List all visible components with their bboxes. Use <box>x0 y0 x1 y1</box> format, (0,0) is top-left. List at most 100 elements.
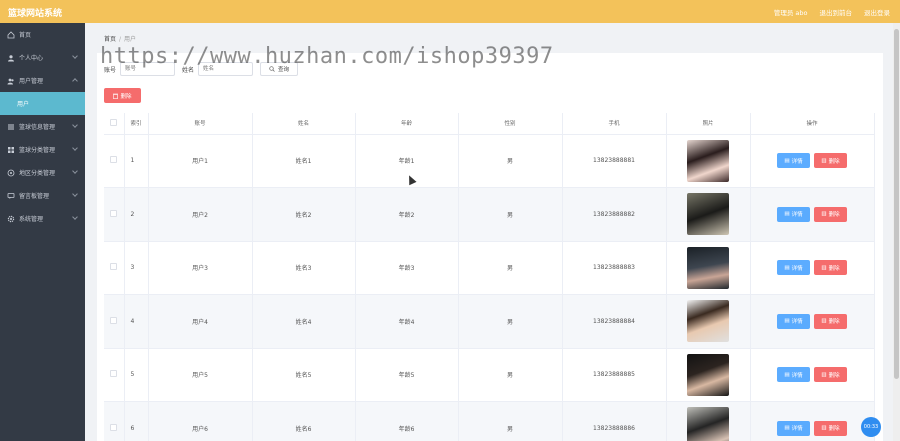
delete-button-label: 删除 <box>828 158 840 165</box>
column-header-age: 年龄 <box>355 113 459 135</box>
delete-button-label: 删除 <box>828 319 840 326</box>
detail-button[interactable]: ▤ 详情 <box>777 206 810 222</box>
row-age: 年龄6 <box>355 401 459 441</box>
row-account: 用户6 <box>148 401 253 441</box>
sidebar-item-user-management[interactable]: 用户管理 <box>0 69 85 92</box>
settings-icon <box>7 215 15 222</box>
sidebar-item-label: 地区分类管理 <box>19 170 56 177</box>
sidebar-item-message-board[interactable]: 留言板管理 <box>0 184 85 207</box>
row-gender: 男 <box>458 134 563 188</box>
table-row: 2 用户2 姓名2 年龄2 男 13823888882 ▤ 详情 ▥ 删除 <box>104 187 875 242</box>
row-age: 年龄5 <box>355 348 459 402</box>
sidebar-item-profile[interactable]: 个人中心 <box>0 46 85 69</box>
delete-button[interactable]: ▥ 删除 <box>814 206 847 222</box>
detail-button-label: 详情 <box>791 319 803 326</box>
breadcrumb: 首页 / 用户 <box>104 34 136 43</box>
row-name: 姓名2 <box>252 187 356 242</box>
chevron-down-icon <box>72 214 78 220</box>
timer-badge[interactable]: 00:33 <box>861 417 881 437</box>
row-gender: 男 <box>458 241 563 295</box>
watermark-text: https://www.huzhan.com/ishop39397 <box>100 44 554 69</box>
sidebar-item-label: 系统管理 <box>19 216 44 223</box>
top-header: 篮球网站系统 管理员 abo 退出到前台 退出登录 <box>0 0 900 23</box>
row-name: 姓名3 <box>252 241 356 295</box>
row-checkbox[interactable] <box>110 263 118 271</box>
trash-icon: ▥ <box>821 211 827 218</box>
sidebar-item-label: 个人中心 <box>19 55 44 62</box>
row-checkbox[interactable] <box>110 209 118 217</box>
row-phone: 13823888885 <box>562 348 667 402</box>
detail-button-label: 详情 <box>791 372 803 379</box>
delete-button[interactable]: ▥ 删除 <box>814 313 847 329</box>
sidebar-item-system[interactable]: 系统管理 <box>0 207 85 230</box>
table-row: 5 用户5 姓名5 年龄5 男 13823888885 ▤ 详情 ▥ 删除 <box>104 348 875 402</box>
column-header-account: 账号 <box>148 113 253 135</box>
delete-button-label: 删除 <box>828 265 840 272</box>
row-name: 姓名5 <box>252 348 356 402</box>
delete-button[interactable]: ▥ 删除 <box>814 153 847 169</box>
bulk-delete-button[interactable]: 删除 <box>104 88 141 103</box>
trash-icon: ▥ <box>821 318 827 325</box>
sidebar-item-label: 篮球信息管理 <box>19 124 56 131</box>
user-photo <box>687 246 729 289</box>
trash-icon <box>113 93 119 99</box>
row-age: 年龄2 <box>355 187 459 242</box>
row-account: 用户4 <box>148 294 253 349</box>
sidebar-item-basketball-category[interactable]: 篮球分类管理 <box>0 138 85 161</box>
detail-icon: ▤ <box>784 425 790 432</box>
chevron-down-icon <box>72 78 78 84</box>
row-checkbox[interactable] <box>110 370 118 378</box>
admin-user-link[interactable]: 管理员 abo <box>774 7 808 17</box>
breadcrumb-current: 用户 <box>124 36 137 43</box>
location-icon <box>7 169 15 176</box>
sidebar-item-home[interactable]: 首页 <box>0 23 85 46</box>
sidebar-item-basketball-info[interactable]: 篮球信息管理 <box>0 115 85 138</box>
sidebar-item-label: 用户 <box>17 101 30 108</box>
sidebar: 首页 个人中心 用户管理 用户 篮球信息管理 篮球分类管理 地区分类管理 留言板… <box>0 23 85 441</box>
column-header-index: 索引 <box>124 113 149 135</box>
delete-button[interactable]: ▥ 删除 <box>814 420 847 436</box>
sidebar-item-region-category[interactable]: 地区分类管理 <box>0 161 85 184</box>
back-to-frontend-link[interactable]: 退出到前台 <box>820 7 853 17</box>
trash-icon: ▥ <box>821 264 827 271</box>
select-all-cell <box>104 113 125 135</box>
row-phone: 13823888881 <box>562 134 667 188</box>
row-phone: 13823888883 <box>562 241 667 295</box>
row-index: 3 <box>124 241 149 295</box>
logout-link[interactable]: 退出登录 <box>864 7 890 17</box>
page-scrollbar[interactable] <box>893 23 900 441</box>
row-index: 1 <box>124 134 149 188</box>
user-photo <box>687 353 729 396</box>
user-photo <box>687 407 729 441</box>
delete-button[interactable]: ▥ 删除 <box>814 367 847 383</box>
row-checkbox[interactable] <box>110 316 118 324</box>
delete-button[interactable]: ▥ 删除 <box>814 260 847 276</box>
breadcrumb-home[interactable]: 首页 <box>104 36 116 43</box>
detail-button[interactable]: ▤ 详情 <box>777 313 810 329</box>
select-all-checkbox[interactable] <box>110 118 118 126</box>
detail-button[interactable]: ▤ 详情 <box>777 420 810 436</box>
trash-icon: ▥ <box>821 371 827 378</box>
detail-button-label: 详情 <box>791 212 803 219</box>
delete-button-label: 删除 <box>828 212 840 219</box>
header-links: 管理员 abo 退出到前台 退出登录 <box>774 7 890 17</box>
trash-icon: ▥ <box>821 157 827 164</box>
chevron-down-icon <box>72 191 78 197</box>
detail-button[interactable]: ▤ 详情 <box>777 367 810 383</box>
app-title: 篮球网站系统 <box>8 9 63 19</box>
row-index: 6 <box>124 401 149 441</box>
sidebar-item-users[interactable]: 用户 <box>0 92 85 115</box>
scrollbar-thumb[interactable] <box>894 29 899 379</box>
sidebar-item-label: 篮球分类管理 <box>19 147 56 154</box>
breadcrumb-separator: / <box>119 36 122 43</box>
row-age: 年龄3 <box>355 241 459 295</box>
detail-button[interactable]: ▤ 详情 <box>777 153 810 169</box>
row-phone: 13823888882 <box>562 187 667 242</box>
detail-button[interactable]: ▤ 详情 <box>777 260 810 276</box>
row-checkbox[interactable] <box>110 156 118 164</box>
user-photo <box>687 139 729 182</box>
row-checkbox[interactable] <box>110 423 118 431</box>
table-row: 3 用户3 姓名3 年龄3 男 13823888883 ▤ 详情 ▥ 删除 <box>104 241 875 295</box>
row-phone: 13823888884 <box>562 294 667 349</box>
row-index: 4 <box>124 294 149 349</box>
